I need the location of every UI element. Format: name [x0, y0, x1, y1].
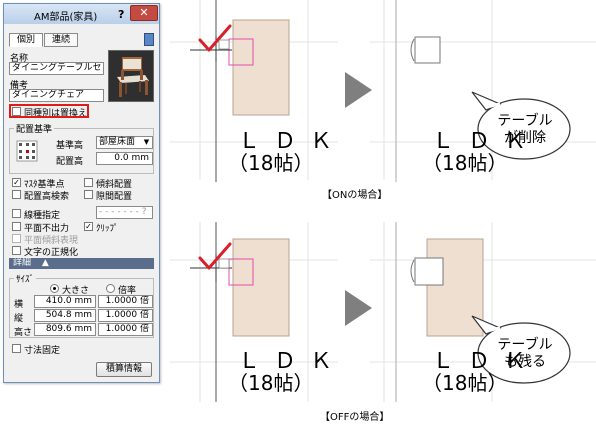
width-ratio-field[interactable]: 1.0000 倍 — [98, 295, 153, 308]
caption-off: 【OFFの場合】 — [320, 412, 390, 423]
callout-line-2: が削除 — [504, 130, 546, 146]
callout-bubble: テーブル が削除 — [480, 113, 570, 147]
callout-line-1: テーブル — [497, 113, 553, 129]
room-area-label-off: （18帖） — [228, 371, 314, 395]
depth-ratio-field[interactable]: 1.0000 倍 — [98, 309, 153, 322]
fix-dims-checkbox[interactable] — [12, 344, 21, 353]
placement-height-label: 配置高 — [56, 157, 84, 167]
clip-checkbox[interactable]: ✓ — [84, 222, 93, 231]
chair-icon — [117, 57, 149, 97]
depth-label: 縦 — [14, 314, 24, 324]
height-search-checkbox[interactable] — [12, 190, 21, 199]
room-area-label-off-after: （18帖） — [422, 371, 508, 395]
height-field[interactable]: 809.6 mm — [34, 323, 96, 336]
dialog-titlebar[interactable]: AM部品(家具) ? ✕ — [4, 4, 159, 24]
close-button[interactable]: ✕ — [130, 5, 158, 21]
chair-thumbnail — [108, 50, 154, 102]
table-remains — [426, 238, 484, 337]
size-radio[interactable] — [50, 284, 59, 293]
clip-label: ｸﾘｯﾌﾟ — [96, 224, 119, 234]
width-field[interactable]: 410.0 mm — [34, 295, 96, 308]
room-area-label: （18帖） — [228, 151, 314, 175]
scene-on: ＬＤＫ （18帖） ＬＤＫ （18帖） テーブル が削除 【ONの場合】 — [170, 0, 596, 201]
tilt-checkbox[interactable] — [84, 178, 93, 187]
right-arrow-icon-off — [345, 290, 372, 326]
estimate-button[interactable]: 積算情報 — [96, 362, 152, 377]
table-top — [232, 19, 290, 116]
am-parts-dialog: AM部品(家具) ? ✕ 個別 連続 名称 ダイニングテーブルセッ 備考 ダイニ… — [3, 3, 160, 383]
tab-individual[interactable]: 個別 — [9, 33, 43, 47]
room-area-label-after: （18帖） — [422, 151, 508, 175]
plan-tilt-checkbox — [12, 234, 21, 243]
chair-shape — [414, 36, 441, 64]
name-field[interactable]: ダイニングテーブルセッ — [9, 62, 104, 75]
callout-bubble-off: テーブル も残る — [480, 337, 570, 371]
depth-field[interactable]: 504.8 mm — [34, 309, 96, 322]
placement-title: 配置基準 — [14, 122, 55, 135]
callout-off-line-2: も残る — [504, 354, 546, 370]
ratio-radio[interactable] — [106, 284, 115, 293]
height-ratio-field[interactable]: 1.0000 倍 — [98, 323, 153, 336]
linetype-select[interactable]: - - - - - - - ? — [96, 206, 153, 219]
linetype-label: 線種指定 — [24, 211, 61, 221]
fix-dims-label: 寸法固定 — [24, 346, 61, 356]
help-button[interactable]: ? — [118, 8, 130, 21]
dialog-title: AM部品(家具) — [34, 12, 98, 23]
collapse-icon: ▲ — [41, 258, 49, 268]
book-icon[interactable] — [144, 33, 154, 46]
table-top-off — [232, 238, 290, 337]
tab-continuous[interactable]: 連続 — [44, 33, 78, 47]
size-title: ｻｲｽﾞ — [14, 272, 37, 285]
caption-on: 【ONの場合】 — [322, 190, 388, 201]
no-plan-output-checkbox[interactable] — [12, 222, 21, 231]
gap-checkbox[interactable] — [84, 190, 93, 199]
right-arrow-icon — [345, 72, 372, 108]
master-point-checkbox[interactable]: ✓ — [12, 178, 21, 187]
note-field[interactable]: ダイニングチェア — [9, 89, 104, 102]
highlight-box — [9, 104, 89, 118]
base-point-grid-icon[interactable] — [16, 140, 38, 162]
height-label: 高さ — [14, 328, 33, 338]
height-search-label: 配置高検索 — [24, 192, 70, 202]
normalize-text-checkbox[interactable] — [12, 246, 21, 255]
width-label: 横 — [14, 300, 24, 310]
normalize-text-label: 文字の正規化 — [24, 248, 79, 258]
chevron-down-icon: ▼ — [143, 138, 150, 146]
linetype-value: - - - - - - - ? — [99, 207, 147, 217]
gap-label: 隙間配置 — [96, 192, 133, 202]
scene-off: ＬＤＫ （18帖） ＬＤＫ （18帖） テーブル も残る 【OFFの場合】 — [170, 222, 596, 433]
linetype-checkbox[interactable] — [12, 209, 21, 218]
base-height-value: 部屋床面 — [99, 137, 136, 147]
base-height-label: 基準高 — [56, 141, 84, 151]
callout-off-line-1: テーブル — [497, 337, 553, 353]
base-height-select[interactable]: 部屋床面 ▼ — [96, 136, 153, 149]
details-label: 詳細 — [13, 258, 32, 268]
placement-height-field[interactable]: 0.0 mm — [96, 152, 153, 165]
details-header[interactable]: 詳細 ▲ — [9, 258, 154, 269]
